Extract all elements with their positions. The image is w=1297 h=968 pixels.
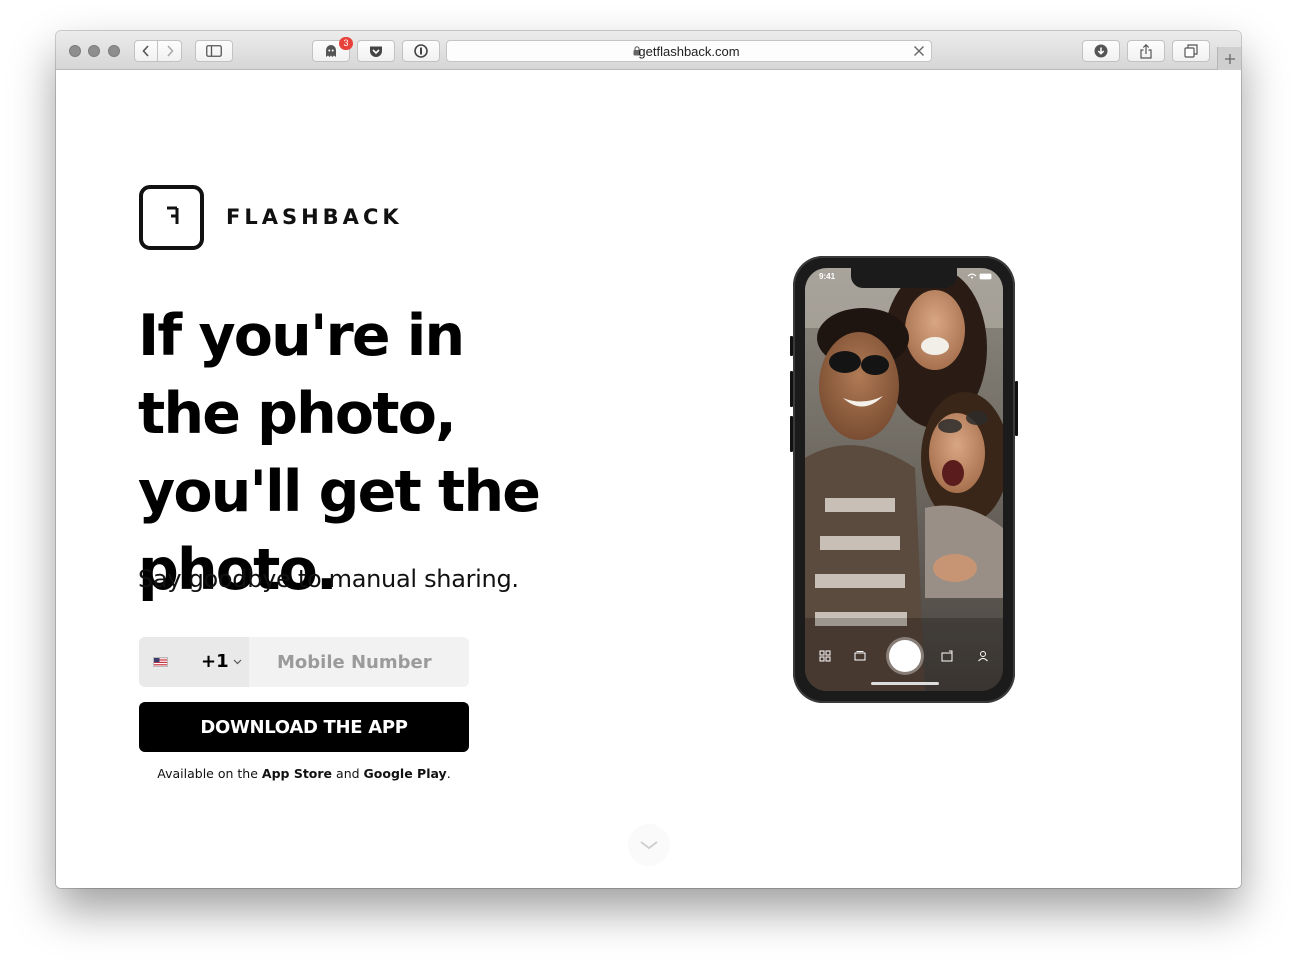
download-icon — [1094, 44, 1108, 58]
phone-notch — [851, 268, 957, 288]
sidebar-icon — [206, 45, 222, 57]
downloads-button[interactable] — [1082, 40, 1120, 62]
ghost-icon — [326, 44, 336, 57]
pocket-extension-button[interactable] — [357, 40, 395, 62]
flashback-logo-mark — [167, 206, 179, 224]
pocket-icon — [370, 46, 382, 57]
chevron-right-icon — [166, 45, 174, 57]
flashback-logo[interactable] — [139, 185, 204, 250]
home-indicator — [871, 682, 939, 685]
phone-status-time: 9:41 — [819, 272, 836, 281]
web-page: FLASHBACK If you're in the photo, you'll… — [56, 71, 1241, 888]
battery-icon — [979, 273, 992, 280]
availability-prefix: Available on the — [157, 766, 258, 781]
share-icon — [1140, 43, 1152, 59]
address-bar[interactable]: getflashback.com — [446, 40, 932, 62]
album-icon — [854, 651, 866, 661]
brand-wordmark: FLASHBACK — [226, 205, 403, 229]
profile-icon — [978, 651, 988, 662]
chevron-down-icon — [233, 659, 242, 665]
camera-flip-icon — [941, 650, 953, 662]
browser-window: 3 getflashback.com FLASHBACK If you're i… — [56, 31, 1241, 888]
chevron-left-icon — [142, 45, 149, 57]
url-text: getflashback.com — [638, 44, 740, 59]
plus-icon — [1224, 53, 1235, 64]
minimize-window-button[interactable] — [88, 45, 100, 57]
download-app-button[interactable]: DOWNLOAD THE APP — [139, 702, 469, 752]
country-code: +1 — [201, 651, 229, 672]
browser-toolbar: 3 getflashback.com — [56, 31, 1241, 70]
grid-icon — [819, 650, 831, 662]
country-code-select[interactable]: +1 — [139, 637, 249, 687]
phone-mockup: 9:41 — [793, 256, 1015, 703]
forward-button[interactable] — [158, 40, 182, 62]
phone-number-field: +1 — [139, 637, 469, 687]
tab-overview-button[interactable] — [1172, 40, 1210, 62]
availability-suffix: . — [446, 766, 451, 781]
app-store-label: App Store — [261, 766, 333, 781]
scroll-down-button[interactable] — [628, 824, 670, 866]
extension-badge: 3 — [339, 37, 353, 50]
google-play-label: Google Play — [363, 766, 447, 781]
1password-extension-button[interactable] — [402, 40, 440, 62]
chevron-down-icon — [640, 841, 658, 850]
sidebar-toggle-button[interactable] — [195, 40, 233, 62]
share-button[interactable] — [1127, 40, 1165, 62]
zoom-window-button[interactable] — [108, 45, 120, 57]
availability-conjunction: and — [336, 766, 360, 781]
mobile-number-input[interactable] — [249, 637, 469, 687]
availability-note: Available on the App Store and Google Pl… — [139, 766, 469, 781]
hero-subheadline: Say goodbye to manual sharing. — [138, 565, 519, 593]
close-window-button[interactable] — [69, 45, 81, 57]
hero-headline: If you're in the photo, you'll get the p… — [138, 303, 541, 603]
tabs-icon — [1184, 44, 1198, 58]
phone-power-button — [1015, 381, 1018, 436]
close-icon[interactable] — [913, 45, 925, 57]
selfie-photo: 9:41 — [805, 268, 1003, 691]
1password-icon — [414, 44, 428, 58]
new-tab-button[interactable] — [1217, 47, 1241, 70]
us-flag-icon — [153, 657, 168, 667]
shutter-button — [889, 640, 921, 672]
back-button[interactable] — [134, 40, 158, 62]
